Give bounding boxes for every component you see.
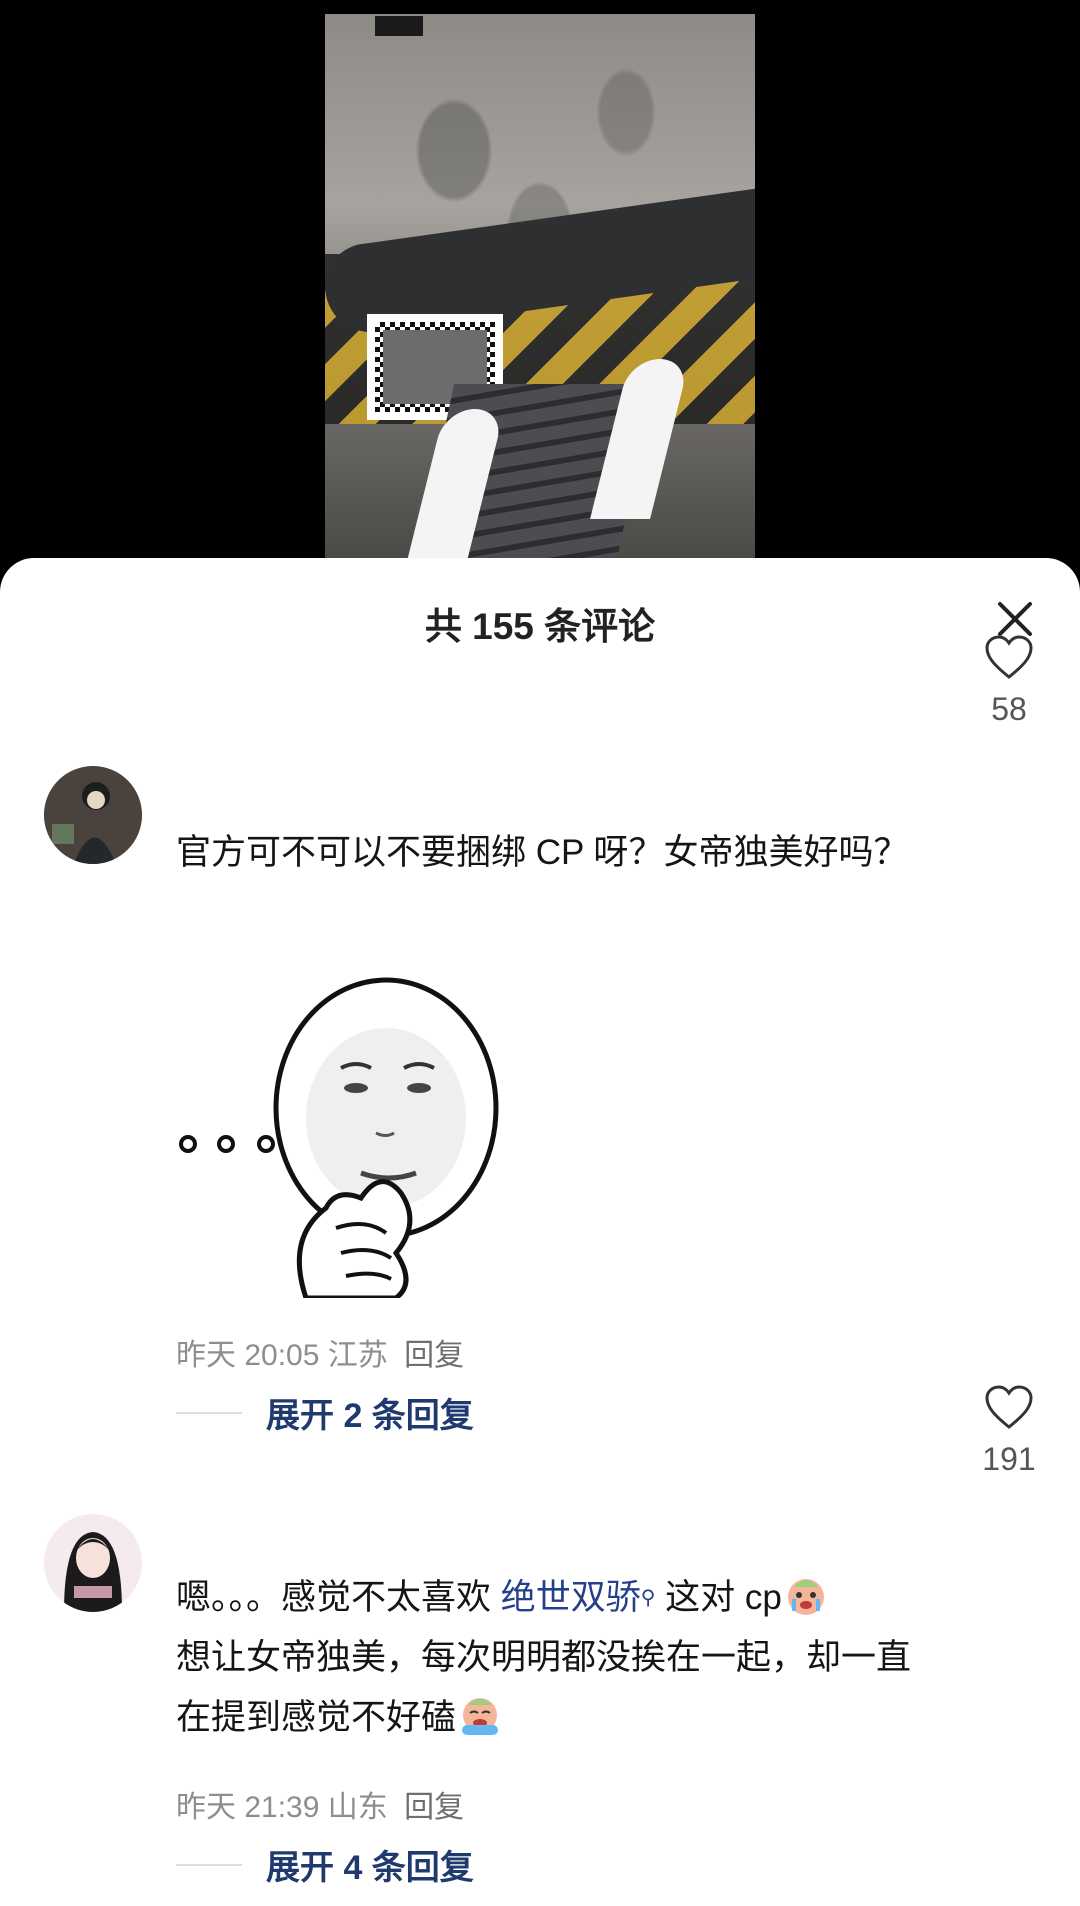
heart-icon — [985, 1385, 1033, 1429]
comment-sticker-image[interactable] — [176, 968, 506, 1301]
comment-time: 昨天 21:39 — [176, 1791, 320, 1824]
comment-time: 昨天 20:05 — [176, 1339, 320, 1372]
avatar-image — [44, 766, 142, 864]
expand-replies-button[interactable]: 展开 2 条回复 — [176, 1388, 474, 1437]
expand-replies-label: 展开 4 条回复 — [266, 1849, 474, 1887]
mention-link[interactable]: 绝世双骄 — [501, 1578, 641, 1617]
comment-text-part: 嗯。。。感觉不太喜欢 — [176, 1578, 501, 1617]
like-button-comment-2[interactable]: 191 — [980, 1384, 1038, 1478]
divider-line — [176, 1863, 242, 1866]
reply-button[interactable]: 回复 — [404, 1339, 464, 1372]
like-count: 58 — [991, 691, 1027, 727]
comment-sheet: 共 155 条评论 官方可不可以不要捆绑 CP 呀？女帝独美好吗？ 昨天 20:… — [0, 558, 1080, 1906]
comment-text-part: 想让女帝独美，每次明明都没挨在一起，却一直在提到感觉不好磕 — [176, 1638, 912, 1737]
thinking-face-sticker — [179, 977, 499, 1301]
expand-replies-button[interactable]: 展开 4 条回复 — [176, 1840, 474, 1889]
video-watermark-logo — [375, 16, 423, 36]
video-area[interactable] — [0, 0, 1080, 560]
comment-location: 山东 — [327, 1791, 388, 1824]
expand-replies-label: 展开 2 条回复 — [266, 1397, 474, 1435]
comment-text: 嗯。。。感觉不太喜欢 绝世双骄⚲ 这对 cp 想让女帝独美，每次明明都没挨在一起，… — [176, 1568, 936, 1748]
crying-emoji-icon — [462, 1698, 499, 1735]
crying-emoji-icon — [787, 1579, 824, 1615]
comment-meta: 昨天 21:39 山东 回复 — [176, 1782, 464, 1826]
comment-meta: 昨天 20:05 江苏 回复 — [176, 1330, 464, 1374]
search-icon: ⚲ — [640, 1587, 656, 1609]
heart-icon — [985, 635, 1033, 679]
comment-count-title: 共 155 条评论 — [424, 606, 656, 647]
like-count: 191 — [982, 1441, 1036, 1477]
avatar-image — [44, 1514, 142, 1612]
comment-location: 江苏 — [327, 1339, 388, 1372]
avatar[interactable] — [44, 766, 142, 864]
like-button-comment-1[interactable]: 58 — [980, 634, 1038, 728]
reply-button[interactable]: 回复 — [404, 1791, 464, 1824]
divider-line — [176, 1411, 242, 1414]
comment-text-part: 这对 cp — [655, 1578, 782, 1617]
video-thumbnail[interactable] — [325, 14, 755, 560]
comment-text: 官方可不可以不要捆绑 CP 呀？女帝独美好吗？ — [176, 833, 909, 872]
avatar[interactable] — [44, 1514, 142, 1612]
